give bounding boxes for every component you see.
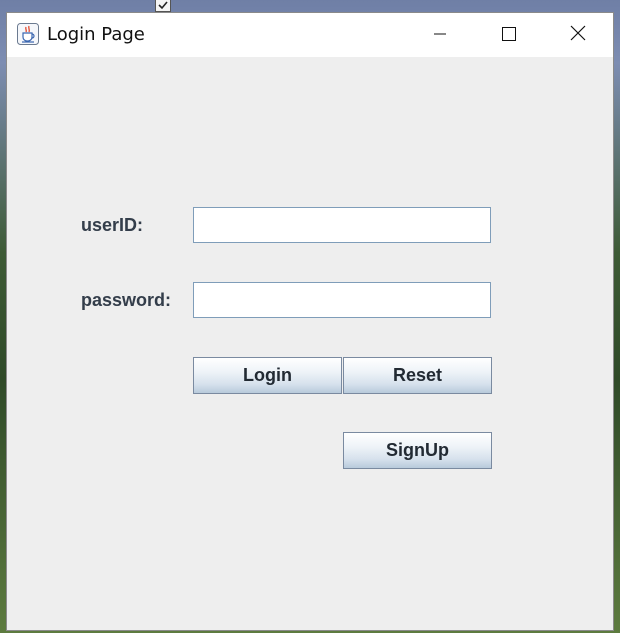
minimize-button[interactable]: [405, 13, 475, 57]
maximize-icon: [502, 26, 516, 45]
title-bar: Login Page: [7, 13, 613, 57]
close-button[interactable]: [543, 13, 613, 57]
close-icon: [570, 25, 586, 45]
reset-button[interactable]: Reset: [343, 357, 492, 394]
password-label: password:: [81, 290, 172, 310]
userid-label: userID:: [81, 215, 144, 235]
maximize-button[interactable]: [474, 13, 544, 57]
login-window: Login Page userID: password: Login Reset…: [6, 12, 614, 631]
java-coffee-cup-icon: [17, 23, 39, 45]
window-title: Login Page: [47, 24, 145, 45]
login-button[interactable]: Login: [193, 357, 342, 394]
userid-input[interactable]: [193, 207, 491, 243]
signup-button[interactable]: SignUp: [343, 432, 492, 469]
desktop-checkbox: [155, 0, 171, 12]
password-input[interactable]: [193, 282, 491, 318]
minimize-icon: [433, 26, 447, 45]
